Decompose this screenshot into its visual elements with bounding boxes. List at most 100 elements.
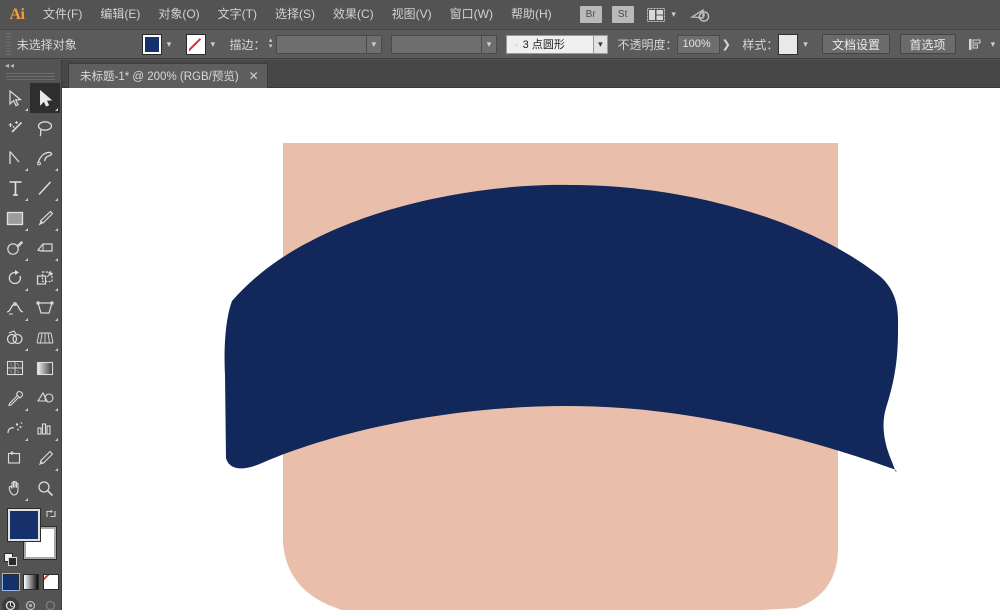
tool-flyout-indicator bbox=[55, 288, 58, 291]
tool-type[interactable] bbox=[0, 173, 30, 203]
menu-object[interactable]: 对象(O) bbox=[149, 0, 208, 29]
default-fill-stroke-icon[interactable] bbox=[4, 553, 18, 567]
tool-flyout-indicator bbox=[25, 258, 28, 261]
tool-shape-builder[interactable] bbox=[0, 323, 30, 353]
tool-scale[interactable] bbox=[30, 263, 60, 293]
menu-window[interactable]: 窗口(W) bbox=[441, 0, 502, 29]
tool-hand[interactable] bbox=[0, 473, 30, 503]
swap-fill-stroke-icon[interactable] bbox=[44, 507, 58, 521]
document-tab-bar: 未标题-1* @ 200% (RGB/预览) ✕ bbox=[0, 60, 1000, 88]
tool-curvature[interactable] bbox=[30, 143, 60, 173]
control-bar-drag-handle[interactable] bbox=[6, 33, 11, 55]
tool-flyout-indicator bbox=[25, 318, 28, 321]
tool-selection[interactable] bbox=[0, 83, 30, 113]
tool-free-transform[interactable] bbox=[30, 293, 60, 323]
stroke-profile-chevron-down-icon[interactable]: ▾ bbox=[593, 34, 608, 54]
tool-flyout-indicator bbox=[55, 468, 58, 471]
stroke-profile-field[interactable]: • 3 点圆形 bbox=[506, 34, 594, 54]
graphic-style-swatch[interactable] bbox=[778, 33, 799, 55]
screen-mode-full-menu[interactable] bbox=[22, 597, 39, 610]
align-chevron-down-icon[interactable]: ▾ bbox=[986, 34, 1000, 55]
menu-bar: Ai 文件(F) 编辑(E) 对象(O) 文字(T) 选择(S) 效果(C) 视… bbox=[0, 0, 1000, 29]
tool-artboard[interactable] bbox=[0, 443, 30, 473]
variable-width-chevron-down-icon[interactable]: ▾ bbox=[482, 34, 497, 54]
close-icon[interactable]: ✕ bbox=[249, 70, 259, 82]
selection-status-label: 未选择对象 bbox=[16, 37, 77, 52]
app-logo-icon: Ai bbox=[9, 5, 26, 23]
align-to-artboard-icon[interactable] bbox=[965, 37, 986, 52]
tools-grid bbox=[0, 83, 60, 503]
tool-rectangle[interactable] bbox=[0, 203, 30, 233]
style-chevron-down-icon[interactable]: ▾ bbox=[798, 34, 812, 55]
tool-eyedropper[interactable] bbox=[0, 383, 30, 413]
document-setup-button[interactable]: 文档设置 bbox=[822, 34, 891, 54]
mode-color[interactable] bbox=[1, 573, 20, 591]
preferences-button[interactable]: 首选项 bbox=[899, 34, 956, 54]
tool-line-segment[interactable] bbox=[30, 173, 60, 203]
tool-flyout-indicator bbox=[25, 198, 28, 201]
tool-flyout-indicator bbox=[55, 108, 58, 111]
mode-none[interactable] bbox=[42, 574, 59, 590]
cloud-sync-icon[interactable] bbox=[686, 7, 714, 23]
menu-type[interactable]: 文字(T) bbox=[209, 0, 266, 29]
tool-rotate[interactable] bbox=[0, 263, 30, 293]
stock-button[interactable]: St bbox=[611, 6, 634, 23]
fill-stroke-control bbox=[0, 507, 60, 569]
tool-perspective-grid[interactable] bbox=[30, 323, 60, 353]
tool-blend[interactable] bbox=[30, 383, 60, 413]
tool-lasso[interactable] bbox=[30, 113, 60, 143]
tool-flyout-indicator bbox=[55, 318, 58, 321]
fill-swatch[interactable] bbox=[7, 508, 41, 542]
tool-width[interactable] bbox=[0, 293, 30, 323]
stroke-weight-input[interactable] bbox=[275, 34, 368, 54]
tools-panel: ◂◂ bbox=[0, 60, 62, 610]
fill-chevron-down-icon[interactable]: ▾ bbox=[162, 34, 176, 55]
tool-pen[interactable] bbox=[0, 143, 30, 173]
tool-direct-selection[interactable] bbox=[30, 83, 60, 113]
tool-flyout-indicator bbox=[55, 258, 58, 261]
tool-eraser[interactable] bbox=[30, 233, 60, 263]
artboard-canvas[interactable] bbox=[62, 88, 1000, 610]
arrange-documents-icon[interactable] bbox=[644, 6, 668, 23]
tool-shaper[interactable] bbox=[0, 233, 30, 263]
tool-slice[interactable] bbox=[30, 443, 60, 473]
arrange-chevron-down-icon[interactable]: ▾ bbox=[668, 9, 680, 20]
tool-flyout-indicator bbox=[55, 408, 58, 411]
menu-view[interactable]: 视图(V) bbox=[383, 0, 441, 29]
bridge-button[interactable]: Br bbox=[579, 6, 602, 23]
menu-select[interactable]: 选择(S) bbox=[266, 0, 324, 29]
screen-mode-normal[interactable] bbox=[2, 597, 19, 610]
opacity-expand-icon[interactable]: ❯ bbox=[720, 35, 733, 54]
tool-column-graph[interactable] bbox=[30, 413, 60, 443]
menu-edit[interactable]: 编辑(E) bbox=[91, 0, 149, 29]
variable-width-profile-field[interactable] bbox=[390, 34, 483, 54]
stroke-weight-stepper[interactable]: ▴ ▾ bbox=[265, 35, 275, 54]
tool-flyout-indicator bbox=[55, 228, 58, 231]
tool-flyout-indicator bbox=[55, 168, 58, 171]
menu-help[interactable]: 帮助(H) bbox=[502, 0, 561, 29]
tools-panel-collapse-icon[interactable]: ◂◂ bbox=[0, 60, 61, 70]
control-bar: 未选择对象 ▾ ▾ 描边： ▴ ▾ ▾ ▾ • 3 点圆形 ▾ 不透明度： 100… bbox=[0, 29, 1000, 59]
tool-zoom[interactable] bbox=[30, 473, 60, 503]
tool-symbol-sprayer[interactable] bbox=[0, 413, 30, 443]
tool-flyout-indicator bbox=[55, 348, 58, 351]
stroke-color-swatch[interactable] bbox=[185, 33, 206, 55]
tool-flyout-indicator bbox=[25, 228, 28, 231]
tool-flyout-indicator bbox=[55, 198, 58, 201]
opacity-input[interactable]: 100% bbox=[677, 34, 720, 54]
screen-mode-full[interactable] bbox=[42, 597, 59, 610]
document-tab[interactable]: 未标题-1* @ 200% (RGB/预览) ✕ bbox=[68, 63, 268, 88]
fill-color-swatch[interactable] bbox=[141, 33, 162, 55]
tool-magic-wand[interactable] bbox=[0, 113, 30, 143]
profile-dot-icon: • bbox=[514, 36, 519, 52]
stroke-chevron-down-icon[interactable]: ▾ bbox=[206, 34, 220, 55]
tool-paintbrush[interactable] bbox=[30, 203, 60, 233]
opacity-label: 不透明度： bbox=[617, 37, 678, 52]
stroke-weight-chevron-down-icon[interactable]: ▾ bbox=[367, 34, 382, 54]
menu-effect[interactable]: 效果(C) bbox=[324, 0, 383, 29]
mode-gradient[interactable] bbox=[22, 574, 39, 590]
tools-panel-drag-handle[interactable] bbox=[6, 71, 55, 80]
tool-gradient[interactable] bbox=[30, 353, 60, 383]
menu-file[interactable]: 文件(F) bbox=[34, 0, 91, 29]
tool-mesh[interactable] bbox=[0, 353, 30, 383]
